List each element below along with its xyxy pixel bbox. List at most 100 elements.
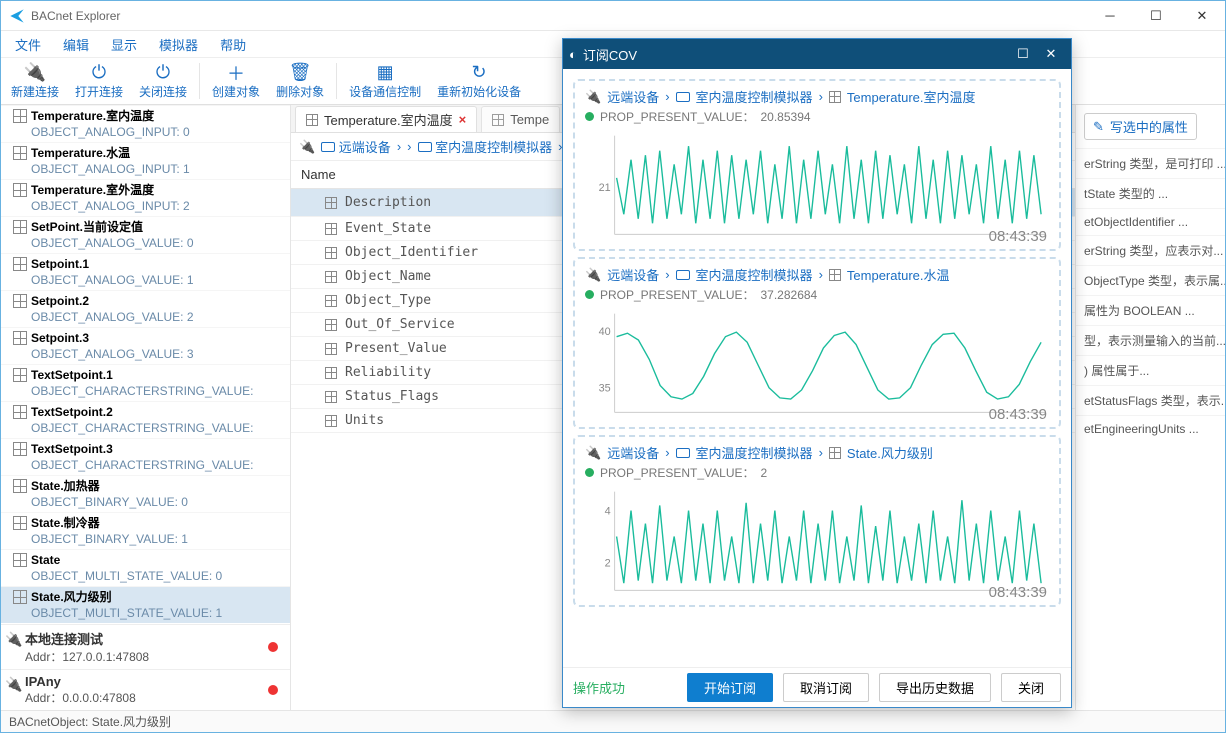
tree-item[interactable]: Setpoint.2OBJECT_ANALOG_VALUE: 2 [1, 290, 290, 327]
desc-item: tState 类型的 ... [1076, 178, 1225, 208]
device-icon [829, 91, 841, 103]
tree-item[interactable]: Temperature.室外温度OBJECT_ANALOG_INPUT: 2 [1, 179, 290, 216]
cov-dialog: ◐ 订阅COV ☐ ✕ 🔌 远端设备 › 室内温度控制模拟器 › Tempera… [562, 38, 1072, 708]
write-selected-button[interactable]: ✎ 写选中的属性 [1084, 113, 1197, 140]
toolbar-sep [199, 63, 200, 99]
chevron-right-icon: › [819, 89, 823, 104]
object-icon [13, 109, 27, 123]
crumb[interactable]: Temperature.水温 [847, 265, 950, 284]
cov-timestamp: 08:43:39 [989, 584, 1047, 601]
statusbar-text: BACnetObject: State.风力级别 [9, 713, 171, 730]
tree-item[interactable]: Temperature.室内温度OBJECT_ANALOG_INPUT: 0 [1, 105, 290, 142]
toolbar-label: 新建连接 [11, 83, 59, 100]
tree-item[interactable]: Setpoint.3OBJECT_ANALOG_VALUE: 3 [1, 327, 290, 364]
tree-item[interactable]: Temperature.水温OBJECT_ANALOG_INPUT: 1 [1, 142, 290, 179]
toolbar-button-5[interactable]: 🗑删除对象 [268, 61, 332, 102]
crumb[interactable]: 远端设备 [607, 443, 659, 462]
toolbar-button-1[interactable]: ⏻打开连接 [67, 61, 131, 102]
menu-1[interactable]: 编辑 [53, 33, 99, 56]
tree-item[interactable]: State.加热器OBJECT_BINARY_VALUE: 0 [1, 475, 290, 512]
toolbar-label: 创建对象 [212, 83, 260, 100]
tab-icon [492, 114, 504, 126]
menu-4[interactable]: 帮助 [210, 33, 256, 56]
window-close-button[interactable]: ✕ [1179, 1, 1225, 31]
cov-label: PROP_PRESENT_VALUE： [600, 464, 755, 481]
tree-item-name: TextSetpoint.1 [31, 367, 290, 383]
cov-dialog-titlebar[interactable]: ◐ 订阅COV ☐ ✕ [563, 39, 1071, 69]
connection-item[interactable]: 🔌本地连接测试Addr：127.0.0.1:47808 [1, 624, 290, 669]
crumb[interactable]: 室内温度控制模拟器 [418, 137, 553, 156]
tree-item-name: Setpoint.1 [31, 256, 290, 272]
window-minimize-button[interactable]: ─ [1087, 1, 1133, 31]
tree-item[interactable]: TextSetpoint.2OBJECT_CHARACTERSTRING_VAL… [1, 401, 290, 438]
cov-maximize-button[interactable]: ☐ [1009, 40, 1037, 68]
tab[interactable]: Temperature.室内温度× [295, 106, 477, 132]
tree-item[interactable]: TextSetpoint.3OBJECT_CHARACTERSTRING_VAL… [1, 438, 290, 475]
tree-item-detail: OBJECT_BINARY_VALUE: 1 [31, 531, 290, 547]
window-maximize-button[interactable]: ☐ [1133, 1, 1179, 31]
app-logo-icon [9, 8, 25, 24]
crumb[interactable]: 远端设备 [607, 265, 659, 284]
crumb[interactable]: 远端设备 [321, 137, 391, 156]
tree-item-detail: OBJECT_ANALOG_VALUE: 1 [31, 272, 290, 288]
toolbar-button-2[interactable]: ⏻关闭连接 [131, 61, 195, 102]
menu-2[interactable]: 显示 [101, 33, 147, 56]
tab[interactable]: Tempe [481, 106, 560, 132]
cov-close-footer-button[interactable]: 关闭 [1001, 673, 1061, 702]
toolbar-button-0[interactable]: 🔌新建连接 [3, 61, 67, 102]
toolbar-label: 重新初始化设备 [437, 83, 521, 100]
statusbar: BACnetObject: State.风力级别 [1, 710, 1225, 732]
cov-crumbs[interactable]: 🔌 远端设备 › 室内温度控制模拟器 › Temperature.水温 [585, 265, 1049, 284]
tree-item-name: State.制冷器 [31, 515, 290, 531]
menu-3[interactable]: 模拟器 [149, 33, 208, 56]
crumb[interactable]: State.风力级别 [847, 443, 933, 462]
cov-close-button[interactable]: ✕ [1037, 40, 1065, 68]
cov-dialog-footer: 操作成功 开始订阅 取消订阅 导出历史数据 关闭 [563, 667, 1071, 707]
tree-item[interactable]: StateOBJECT_MULTI_STATE_VALUE: 0 [1, 549, 290, 586]
toolbar-button-8[interactable]: ↻重新初始化设备 [429, 61, 529, 102]
cov-export-button[interactable]: 导出历史数据 [879, 673, 991, 702]
tree-item[interactable]: TextSetpoint.1OBJECT_CHARACTERSTRING_VAL… [1, 364, 290, 401]
tree-item-detail: OBJECT_CHARACTERSTRING_VALUE: [31, 420, 290, 436]
toolbar-button-4[interactable]: ＋创建对象 [204, 61, 268, 102]
cov-cancel-button[interactable]: 取消订阅 [783, 673, 869, 702]
prop-icon [325, 271, 337, 283]
chevron-right-icon: › [407, 139, 411, 154]
toolbar-icon: ▦ [377, 63, 394, 83]
crumb[interactable]: 室内温度控制模拟器 [696, 87, 813, 106]
plug-icon: 🔌 [5, 631, 22, 648]
toolbar-button-7[interactable]: ▦设备通信控制 [341, 61, 429, 102]
tree-item[interactable]: SetPoint.当前设定值OBJECT_ANALOG_VALUE: 0 [1, 216, 290, 253]
desc-item: etEngineeringUnits ... [1076, 415, 1225, 442]
crumb[interactable]: 室内温度控制模拟器 [696, 265, 813, 284]
crumb[interactable]: 室内温度控制模拟器 [696, 443, 813, 462]
plug-icon: 🔌 [5, 676, 22, 693]
tree-item[interactable]: Setpoint.1OBJECT_ANALOG_VALUE: 1 [1, 253, 290, 290]
menu-0[interactable]: 文件 [5, 33, 51, 56]
tab-close-icon[interactable]: × [459, 112, 467, 127]
toolbar-icon: ⏻ [92, 63, 106, 83]
tree-item[interactable]: State.风力级别OBJECT_MULTI_STATE_VALUE: 1 [1, 586, 290, 623]
device-icon [829, 447, 841, 459]
cov-crumbs[interactable]: 🔌 远端设备 › 室内温度控制模拟器 › Temperature.室内温度 [585, 87, 1049, 106]
globe-icon: ◐ [569, 47, 577, 62]
device-icon [829, 269, 841, 281]
cov-start-button[interactable]: 开始订阅 [687, 673, 773, 702]
cov-crumbs[interactable]: 🔌 远端设备 › 室内温度控制模拟器 › State.风力级别 [585, 443, 1049, 462]
tree-item-detail: OBJECT_ANALOG_INPUT: 0 [31, 124, 290, 140]
object-tree[interactable]: Temperature.室内温度OBJECT_ANALOG_INPUT: 0Te… [1, 105, 290, 624]
crumb[interactable]: Temperature.室内温度 [847, 87, 976, 106]
toolbar-label: 打开连接 [75, 83, 123, 100]
prop-icon [325, 223, 337, 235]
tree-item-detail: OBJECT_MULTI_STATE_VALUE: 1 [31, 605, 290, 621]
object-icon [13, 146, 27, 160]
desc-item: erString 类型，是可打印 ... [1076, 148, 1225, 178]
toolbar-icon: 🗑 [289, 63, 312, 83]
object-icon [13, 590, 27, 604]
cov-card: 🔌 远端设备 › 室内温度控制模拟器 › State.风力级别 PROP_PRE… [573, 435, 1061, 607]
cov-status-text: 操作成功 [573, 678, 677, 697]
crumb[interactable]: 远端设备 [607, 87, 659, 106]
connection-item[interactable]: 🔌IPAnyAddr：0.0.0.0:47808 [1, 669, 290, 710]
cov-timestamp: 08:43:39 [989, 228, 1047, 245]
tree-item[interactable]: State.制冷器OBJECT_BINARY_VALUE: 1 [1, 512, 290, 549]
